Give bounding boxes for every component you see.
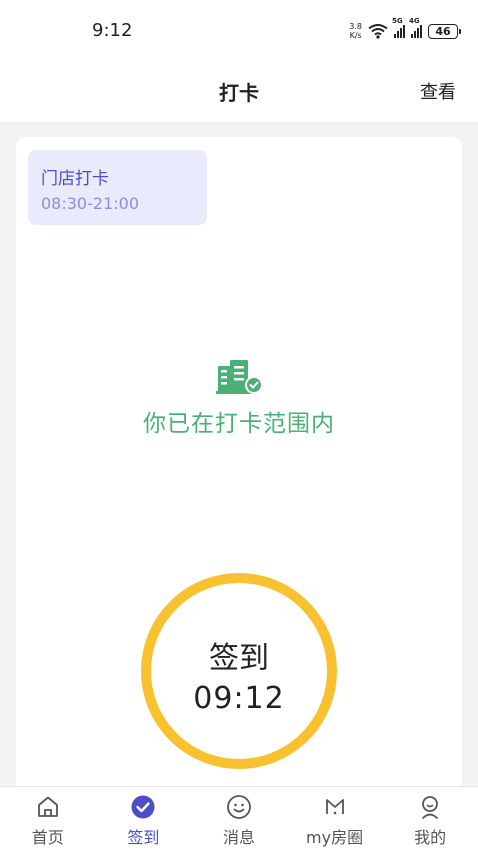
home-icon (34, 793, 62, 821)
sim1-network-type: 5G (392, 17, 403, 25)
network-speed: 3.8 K/s (349, 22, 362, 40)
network-speed-value: 3.8 (349, 22, 362, 31)
clock-in-label: 签到 (209, 641, 269, 676)
shift-chip[interactable]: 门店打卡 08:30-21:00 (28, 150, 207, 225)
range-status-text: 你已在打卡范围内 (143, 411, 335, 437)
smiley-message-icon (225, 793, 253, 821)
building-check-icon (216, 360, 263, 394)
nav-item-checkin[interactable]: 签到 (96, 787, 192, 850)
network-speed-unit: K/s (349, 31, 362, 40)
sim2-network-type: 4G (409, 17, 420, 25)
clock-in-button[interactable]: 签到 09:12 (141, 573, 337, 769)
battery-icon: 46 (428, 23, 461, 39)
battery-level: 46 (435, 24, 451, 38)
nav-item-profile[interactable]: 我的 (382, 787, 478, 850)
status-bar: 9:12 3.8 K/s 5G 4G 46 (0, 0, 478, 60)
wifi-icon (368, 24, 388, 39)
clock-in-time: 09:12 (193, 681, 285, 716)
nav-item-messages[interactable]: 消息 (191, 787, 287, 850)
shift-name: 门店打卡 (41, 169, 109, 189)
app-header: 打卡 查看 (0, 60, 478, 122)
signal-5g-icon: 5G (392, 17, 405, 38)
status-icons: 3.8 K/s 5G 4G 46 (349, 17, 461, 42)
signal-4g-icon: 4G (409, 17, 422, 38)
nav-label-checkin: 签到 (127, 828, 160, 847)
bottom-nav: 首页 签到 消息 my房圈 我的 (0, 786, 478, 850)
view-button[interactable]: 查看 (420, 78, 456, 104)
nav-label-messages: 消息 (222, 828, 255, 847)
nav-label-profile: 我的 (414, 828, 447, 847)
nav-label-my-circle: my房圈 (306, 828, 364, 847)
status-time: 9:12 (92, 20, 133, 41)
shift-hours: 08:30-21:00 (41, 194, 139, 213)
page-title: 打卡 (219, 81, 259, 105)
check-circle-icon (129, 793, 157, 821)
nav-item-my-circle[interactable]: my房圈 (287, 787, 383, 850)
nav-label-home: 首页 (31, 828, 64, 847)
nav-item-home[interactable]: 首页 (0, 787, 96, 850)
m-circle-icon (321, 793, 349, 821)
user-icon (416, 793, 444, 821)
